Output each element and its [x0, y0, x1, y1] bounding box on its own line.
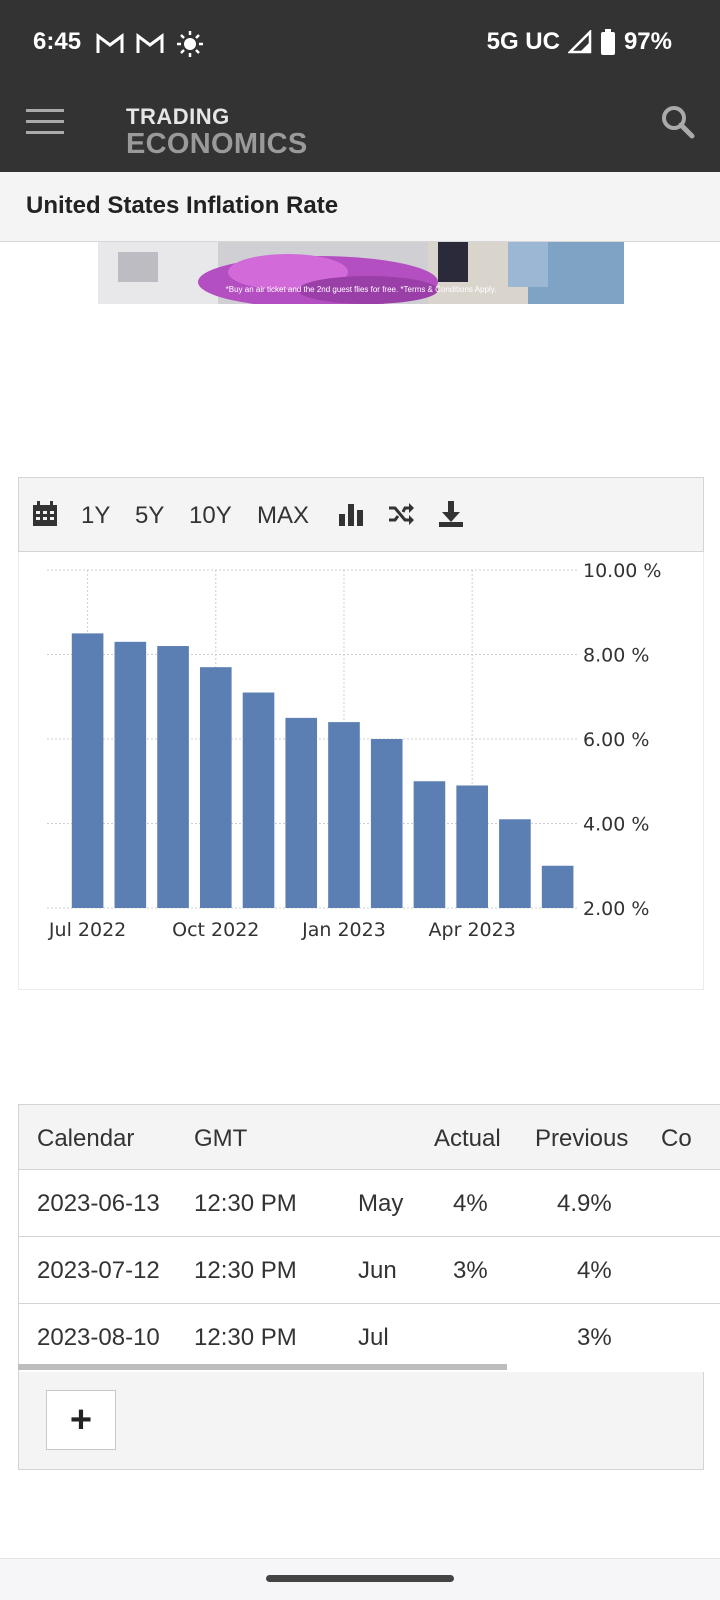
- status-bar: 6:45 5G UC 97%: [0, 0, 720, 84]
- logo-line1: TRADING: [126, 104, 230, 129]
- row-time: 12:30 PM: [194, 1190, 297, 1217]
- download-icon[interactable]: [437, 500, 465, 528]
- plus-icon: +: [69, 1399, 93, 1441]
- row-previous: 4%: [577, 1257, 612, 1284]
- home-gesture-handle[interactable]: [266, 1575, 454, 1582]
- row-date: 2023-06-13: [37, 1190, 160, 1217]
- table-row: 2023-06-13 12:30 PM May 4% 4.9%: [19, 1170, 720, 1237]
- header-previous: Previous: [535, 1125, 629, 1152]
- chart-bar: [456, 785, 488, 908]
- chart-bar: [114, 641, 147, 908]
- row-date: 2023-08-10: [37, 1324, 160, 1351]
- calendar-icon[interactable]: [31, 500, 59, 528]
- y-tick-label: 10.00 %: [583, 560, 662, 582]
- trading-economics-logo[interactable]: TRADING ECONOMICS: [126, 106, 308, 159]
- search-icon[interactable]: [660, 104, 696, 140]
- battery-icon: [600, 29, 615, 55]
- expand-table-button[interactable]: +: [46, 1390, 116, 1450]
- app-header: [0, 84, 720, 172]
- logo-line2: ECONOMICS: [126, 128, 308, 160]
- header-gmt: GMT: [194, 1125, 248, 1152]
- gmail-icon: [136, 33, 164, 53]
- chart-bar: [71, 633, 104, 908]
- chart-bar: [370, 739, 403, 908]
- gmail-icon: [96, 33, 124, 53]
- table-row: 2023-07-12 12:30 PM Jun 3% 4%: [19, 1237, 720, 1304]
- chart-bar: [199, 667, 232, 908]
- x-tick-label: Oct 2022: [172, 919, 259, 941]
- table-row: 2023-08-10 12:30 PM Jul 3%: [19, 1304, 720, 1371]
- x-tick-label: Jan 2023: [301, 919, 386, 941]
- range-5y-button[interactable]: 5Y: [135, 502, 164, 530]
- status-right: 5G UC 97%: [487, 28, 672, 56]
- bar-chart-icon[interactable]: [337, 500, 365, 528]
- range-1y-button[interactable]: 1Y: [81, 502, 110, 530]
- ad-banner[interactable]: *Buy an air ticket and the 2nd guest fli…: [98, 242, 624, 304]
- network-label: 5G UC: [486, 28, 560, 55]
- inflation-chart: 10.00 % 8.00 % 6.00 % 4.00 % 2.00 % Jul 2022 O…: [18, 552, 704, 990]
- hamburger-menu-icon[interactable]: [26, 108, 66, 136]
- row-reference: May: [358, 1190, 404, 1217]
- chart-bar: [328, 722, 360, 908]
- battery-label: 97%: [623, 28, 672, 55]
- y-tick-label: 4.00 %: [583, 814, 649, 836]
- chart-bar: [242, 692, 275, 908]
- row-reference: Jul: [358, 1324, 389, 1351]
- table-horizontal-scrollbar[interactable]: [18, 1364, 507, 1370]
- chart-bar: [285, 717, 318, 908]
- chart-toolbar: 1Y 5Y 10Y MAX: [18, 477, 704, 552]
- header-calendar: Calendar: [37, 1125, 135, 1152]
- calendar-table[interactable]: Calendar GMT Actual Previous Co 2023-06-…: [18, 1104, 720, 1372]
- range-max-button[interactable]: MAX: [257, 502, 309, 530]
- row-date: 2023-07-12: [37, 1257, 160, 1284]
- chart-svg: 10.00 % 8.00 % 6.00 % 4.00 % 2.00 % Jul 2022 O…: [47, 560, 662, 941]
- row-time: 12:30 PM: [194, 1324, 297, 1351]
- status-time: 6:45: [33, 28, 82, 55]
- row-previous: 3%: [577, 1324, 612, 1351]
- notification-icons: [96, 30, 204, 58]
- ad-image: [98, 242, 624, 304]
- table-footer: +: [18, 1372, 704, 1470]
- x-tick-label: Jul 2022: [48, 919, 126, 941]
- header-actual: Actual: [434, 1125, 501, 1152]
- ad-caption: *Buy an air ticket and the 2nd guest fli…: [225, 285, 497, 294]
- row-reference: Jun: [358, 1257, 397, 1284]
- chart-bar: [541, 865, 574, 908]
- page-title: United States Inflation Rate: [26, 192, 339, 219]
- signal-icon: [567, 30, 592, 54]
- row-actual: 4%: [453, 1190, 488, 1217]
- row-actual: 3%: [453, 1257, 488, 1284]
- table-header: Calendar GMT Actual Previous Co: [19, 1104, 720, 1170]
- range-10y-button[interactable]: 10Y: [189, 502, 232, 530]
- weather-sun-icon: [177, 31, 203, 57]
- y-tick-label: 2.00 %: [583, 898, 649, 920]
- header-consensus: Co: [661, 1125, 692, 1152]
- y-tick-label: 8.00 %: [583, 645, 649, 667]
- x-tick-label: Apr 2023: [429, 919, 516, 941]
- y-tick-label: 6.00 %: [583, 729, 649, 751]
- chart-bar: [413, 781, 446, 908]
- chart-bar: [499, 819, 531, 908]
- row-previous: 4.9%: [557, 1190, 612, 1217]
- shuffle-icon[interactable]: [387, 500, 415, 528]
- row-time: 12:30 PM: [194, 1257, 297, 1284]
- chart-bar: [157, 646, 189, 908]
